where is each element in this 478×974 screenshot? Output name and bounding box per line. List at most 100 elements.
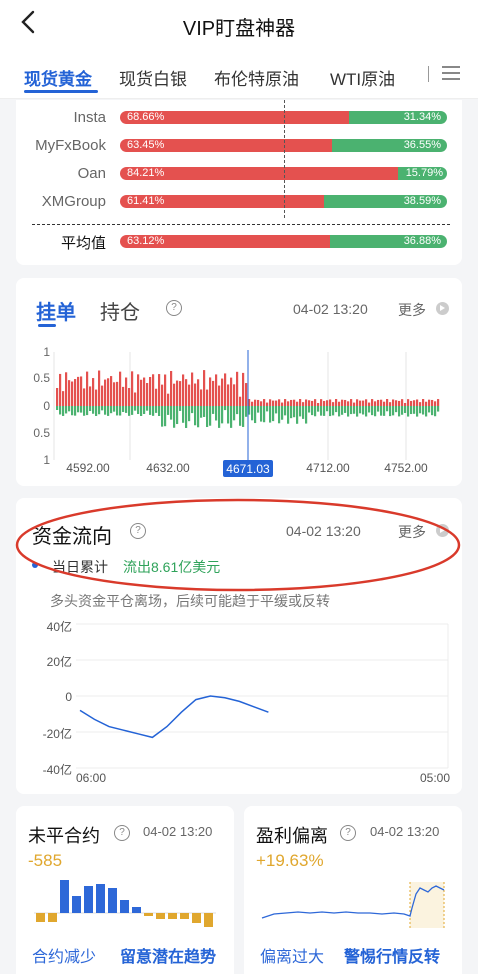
ask-bar: [254, 406, 257, 424]
ask-bar: [152, 406, 155, 416]
tab-wti-oil[interactable]: WTI原油: [330, 65, 395, 90]
bid-bar: [203, 370, 206, 406]
bid-bar: [389, 402, 392, 406]
ask-bar: [383, 406, 386, 416]
ask-bar: [239, 406, 242, 426]
bid-bar: [77, 376, 80, 406]
bid-bar: [80, 376, 83, 406]
ask-bar: [167, 406, 170, 415]
ask-bar: [92, 406, 95, 414]
ask-bar: [137, 406, 140, 415]
ask-bar: [113, 406, 116, 412]
avg-long-pct: 63.12%: [127, 235, 165, 247]
bid-bar: [239, 396, 242, 406]
broker-name: Insta: [73, 109, 106, 126]
ask-bar: [416, 406, 419, 417]
profit-deviation-value: +19.63%: [256, 851, 324, 870]
ask-bar: [290, 406, 293, 419]
bid-bar: [65, 372, 68, 406]
ask-bar: [308, 406, 311, 413]
bid-bar: [356, 399, 359, 406]
help-icon[interactable]: ?: [114, 825, 130, 841]
ask-bar: [179, 406, 182, 411]
bid-bar: [392, 399, 395, 406]
ask-bar: [317, 406, 320, 412]
oi-signal-1: 合约减少: [32, 949, 97, 966]
tab-brent-oil[interactable]: 布伦特原油: [214, 65, 299, 90]
bid-bar: [101, 385, 104, 406]
header: VIP盯盘神器: [0, 0, 478, 48]
ask-bar: [314, 406, 317, 417]
ask-bar: [344, 406, 347, 413]
help-icon[interactable]: ?: [340, 825, 356, 841]
long-bar: 63.45%: [120, 139, 332, 152]
bid-bar: [56, 388, 59, 406]
ask-bar: [299, 406, 302, 417]
bid-bar: [365, 399, 368, 406]
y-tick: -40亿: [43, 762, 72, 777]
bid-bar: [434, 401, 437, 406]
menu-icon[interactable]: [442, 66, 460, 80]
y-tick: 20亿: [47, 654, 72, 669]
ask-bar: [86, 406, 89, 416]
bid-bar: [425, 401, 428, 406]
bid-bar: [305, 399, 308, 406]
bid-bar: [326, 400, 329, 406]
bid-bar: [332, 402, 335, 406]
ask-bar: [329, 406, 332, 417]
ask-bar: [197, 406, 200, 428]
ask-bar: [107, 406, 110, 416]
bid-bar: [230, 377, 233, 406]
bid-bar: [377, 399, 380, 406]
bid-bar: [278, 399, 281, 406]
ask-bar: [206, 406, 209, 428]
ask-bar: [134, 406, 137, 411]
bid-bar: [290, 399, 293, 406]
ask-bar: [302, 406, 305, 419]
ask-bar: [71, 406, 74, 416]
short-pct: 15.79%: [405, 167, 443, 179]
ask-bar: [95, 406, 98, 416]
bid-bar: [137, 374, 140, 406]
y-tick: 40亿: [47, 619, 72, 634]
ask-bar: [380, 406, 383, 416]
ask-bar: [320, 406, 323, 416]
ask-bar: [338, 406, 341, 417]
y-tick: 0.5: [33, 426, 50, 440]
tab-spot-gold[interactable]: 现货黄金: [24, 65, 92, 90]
ask-bar: [386, 406, 389, 412]
bid-bar: [419, 402, 422, 406]
bid-bar: [128, 388, 131, 406]
bid-bar: [416, 399, 419, 406]
x-tick: 4752.00: [384, 461, 428, 475]
short-bar: 38.59%: [324, 195, 447, 208]
profit-deviation-title: 盈利偏离: [256, 826, 328, 846]
bid-bar: [383, 401, 386, 406]
tab-overflow-divider: [428, 66, 429, 82]
long-pct: 68.66%: [127, 111, 165, 123]
bid-bar: [368, 402, 371, 406]
ask-bar: [305, 406, 308, 424]
bid-bar: [212, 380, 215, 406]
bid-bar: [125, 377, 128, 406]
ask-bar: [161, 406, 164, 427]
ask-bar: [272, 406, 275, 422]
tab-spot-silver[interactable]: 现货白银: [119, 65, 187, 90]
bid-bar: [281, 402, 284, 406]
pd-signal-2: 警惕行情反转: [344, 949, 441, 966]
long-bar: 68.66%: [120, 111, 349, 124]
bid-bar: [311, 400, 314, 406]
long-pct: 63.45%: [127, 139, 165, 151]
bid-bar: [206, 389, 209, 406]
bid-bar: [155, 388, 158, 406]
ask-bar: [164, 406, 167, 427]
orders-card: 挂单 持仓 ? 04-02 13:20 更多 1 0.5 0 0.5 1 459…: [16, 278, 462, 486]
ask-bar: [332, 406, 335, 416]
ask-bar: [176, 406, 179, 425]
bid-bar: [287, 401, 290, 406]
bid-bar: [188, 384, 191, 406]
bid-bar: [107, 378, 110, 406]
ask-bar: [428, 406, 431, 413]
bid-bar: [359, 400, 362, 406]
ask-bar: [353, 406, 356, 414]
